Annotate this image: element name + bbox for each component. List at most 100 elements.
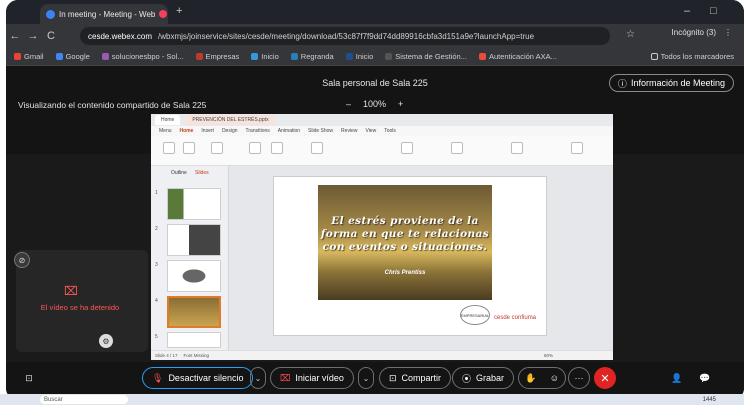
ribbon-button[interactable] — [249, 142, 261, 154]
unmute-button[interactable]: 🎙 Desactivar silencio — [142, 367, 254, 389]
company-logo: EMPRESARIAL — [460, 305, 490, 325]
slide-thumbnail[interactable] — [167, 332, 221, 348]
bookmarks-bar: Gmail Google solucionesbpo - Sol... Empr… — [6, 48, 744, 66]
browser-tab[interactable]: In meeting - Meeting - Web × — [40, 4, 168, 24]
os-taskbar: Buscar 1445 — [0, 394, 744, 405]
slide-quote: El estrés proviene de la forma en que te… — [320, 215, 490, 253]
chat-icon[interactable]: 💬 — [694, 367, 716, 389]
ppt-menu-item[interactable]: Tools — [384, 128, 396, 134]
slide-thumbnail[interactable] — [167, 260, 221, 292]
slide-thumbnails: Outline Slides 1 2 3 4 5 — [151, 166, 229, 360]
ppt-menu-item[interactable]: Animation — [278, 128, 300, 134]
current-slide[interactable]: El estrés proviene de la forma en que te… — [273, 176, 547, 336]
bookmark-item[interactable]: Sistema de Gestión... — [385, 52, 467, 61]
back-button[interactable]: ← — [6, 30, 24, 42]
video-off-icon: ⌧ — [280, 372, 291, 383]
ribbon-button[interactable] — [211, 142, 223, 154]
shared-content[interactable]: Home PREVENCIÓN DEL ESTRÉS.pptx Menu Hom… — [151, 114, 613, 360]
ppt-ribbon — [151, 136, 613, 166]
slide-number: 3 — [155, 262, 158, 268]
audio-options-caret[interactable]: ⌄ — [250, 367, 266, 389]
slide-thumbnail-selected[interactable] — [167, 296, 221, 328]
ppt-zoom[interactable]: 60% — [544, 353, 553, 358]
reactions-icon: ☺ — [549, 373, 559, 383]
captions-icon[interactable]: ⊡ — [18, 367, 40, 389]
ppt-menu-item[interactable]: View — [365, 128, 376, 134]
bookmark-item[interactable]: Gmail — [14, 52, 44, 61]
bookmark-item[interactable]: solucionesbpo - Sol... — [101, 52, 184, 61]
meeting-info-button[interactable]: ⓘ Información de Meeting — [608, 74, 734, 92]
url-host: cesde.webex.com — [88, 31, 153, 41]
ribbon-button[interactable] — [271, 142, 283, 154]
ppt-menu-item[interactable]: Menu — [159, 128, 172, 134]
leave-meeting-button[interactable]: ✕ — [594, 367, 616, 389]
slide-author: Chris Prentiss — [384, 270, 426, 276]
ppt-menu-item[interactable]: Slide Show — [308, 128, 333, 134]
minimize-button[interactable]: – — [684, 5, 690, 17]
bookmark-item[interactable]: Regranda — [290, 52, 334, 61]
bookmark-item[interactable]: Inicio — [251, 52, 279, 61]
info-icon: ⓘ — [617, 78, 627, 89]
zoom-in-button[interactable]: + — [398, 99, 403, 109]
ribbon-button[interactable] — [163, 142, 175, 154]
ppt-menu-item[interactable]: Transitions — [246, 128, 270, 134]
self-video-tile — [16, 250, 148, 352]
url-field[interactable]: cesde.webex.com/wbxmjs/joinservice/sites… — [80, 27, 610, 45]
mic-muted-icon: 🎙 — [152, 372, 164, 383]
all-bookmarks[interactable]: Todos los marcadores — [650, 52, 734, 61]
slide-thumbnail[interactable] — [167, 188, 221, 220]
reactions-button[interactable]: ✋ ☺ — [518, 367, 566, 389]
ppt-tabbar: Home PREVENCIÓN DEL ESTRÉS.pptx — [151, 114, 613, 126]
ppt-menu-item[interactable]: Review — [341, 128, 357, 134]
slide-number: 4 — [155, 298, 158, 304]
bookmark-item[interactable]: Google — [55, 52, 90, 61]
sharing-status: Visualizando el contenido compartido de … — [18, 100, 207, 110]
tab-bar: In meeting - Meeting - Web × + – □ — [6, 0, 744, 24]
slide-number: 5 — [155, 334, 158, 340]
slide-canvas: El estrés proviene de la forma en que te… — [229, 166, 613, 360]
ppt-menu-item[interactable]: Home — [180, 128, 194, 134]
font-missing-warning[interactable]: Font Missing — [184, 353, 210, 358]
ppt-menu-item[interactable]: Insert — [201, 128, 214, 134]
gear-icon[interactable]: ⚙ — [99, 334, 113, 348]
video-options-caret[interactable]: ⌄ — [358, 367, 374, 389]
taskbar-search[interactable]: Buscar — [40, 395, 128, 404]
more-options-button[interactable]: ⋯ — [568, 367, 590, 389]
restore-button[interactable]: □ — [710, 5, 717, 17]
ribbon-button[interactable] — [571, 142, 583, 154]
hand-icon: ✋ — [525, 372, 537, 383]
reload-button[interactable]: C — [42, 30, 60, 42]
bookmark-item[interactable]: Empresas — [195, 52, 239, 61]
ppt-tab[interactable]: Home — [155, 115, 181, 125]
start-video-button[interactable]: ⌧ Iniciar vídeo — [270, 367, 354, 389]
pin-icon[interactable]: ⊘ — [14, 252, 30, 268]
ribbon-button[interactable] — [401, 142, 413, 154]
ribbon-button[interactable] — [311, 142, 323, 154]
ppt-menu: Menu Home Insert Design Transitions Anim… — [151, 126, 613, 136]
slide-thumbnail[interactable] — [167, 224, 221, 256]
slides-tab[interactable]: Slides — [195, 170, 209, 176]
browser-menu-icon[interactable]: ⋮ — [724, 28, 732, 37]
participants-icon[interactable]: 👤 — [666, 367, 688, 389]
share-button[interactable]: ⊡ Compartir — [379, 367, 452, 389]
ppt-statusbar: Slide 4 / 17 Font Missing 60% — [151, 350, 613, 360]
ribbon-button[interactable] — [451, 142, 463, 154]
brand-text: cesde confiuma — [494, 315, 537, 321]
slide-counter: Slide 4 / 17 — [155, 353, 178, 358]
slide-image: El estrés proviene de la forma en que te… — [318, 185, 492, 300]
new-tab-button[interactable]: + — [176, 5, 182, 17]
zoom-out-button[interactable]: – — [346, 99, 351, 109]
bookmark-item[interactable]: Inicio — [345, 52, 373, 61]
url-path: /wbxmjs/joinservice/sites/cesde/meeting/… — [158, 31, 535, 41]
incognito-label[interactable]: Incógnito (3) — [672, 28, 716, 37]
ribbon-button[interactable] — [511, 142, 523, 154]
forward-button[interactable]: → — [24, 30, 42, 42]
ppt-tab[interactable]: PREVENCIÓN DEL ESTRÉS.pptx — [186, 115, 275, 125]
ppt-menu-item[interactable]: Design — [222, 128, 238, 134]
bookmark-star-icon[interactable]: ☆ — [626, 29, 635, 40]
slide-number: 1 — [155, 190, 158, 196]
record-button[interactable]: ⦿ Grabar — [452, 367, 515, 389]
bookmark-item[interactable]: Autenticación AXA... — [478, 52, 557, 61]
outline-tab[interactable]: Outline — [171, 170, 187, 176]
ribbon-button[interactable] — [183, 142, 195, 154]
